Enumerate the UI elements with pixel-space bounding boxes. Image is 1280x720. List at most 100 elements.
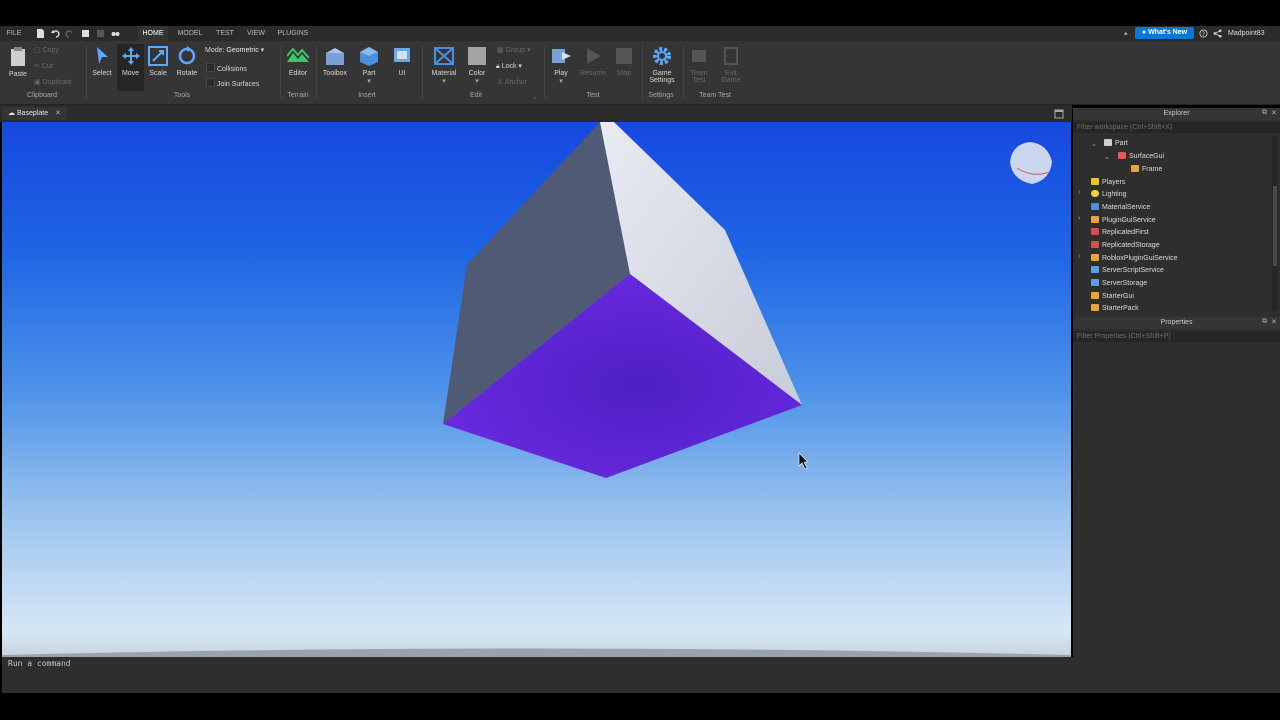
select-label: Select bbox=[92, 70, 112, 77]
players-icon bbox=[1091, 178, 1099, 185]
collisions-label: Collisions bbox=[216, 66, 247, 73]
tree-item-lighting[interactable]: Lighting bbox=[1091, 189, 1127, 201]
explorer-scroll-thumb[interactable] bbox=[1273, 186, 1277, 266]
properties-undock-icon[interactable]: ⧉ bbox=[1262, 318, 1267, 326]
replicated-storage-icon bbox=[1091, 241, 1099, 248]
tree-item-surfacegui[interactable]: SurfaceGui bbox=[1118, 151, 1164, 163]
anchor-button[interactable]: ⚓︎ Anchor bbox=[497, 78, 527, 86]
part-chevron-down-icon: ▾ bbox=[367, 78, 371, 85]
group-button[interactable]: ▦ Group ▾ bbox=[497, 46, 531, 54]
close-icon[interactable]: ✕ bbox=[55, 110, 61, 117]
view-cube[interactable] bbox=[1010, 142, 1052, 184]
divider bbox=[544, 45, 545, 99]
lock-button[interactable]: 🔒︎ Lock ▾ bbox=[496, 62, 522, 71]
explorer-scrollbar[interactable] bbox=[1272, 136, 1278, 311]
properties-filter-input[interactable]: Filter Properties (Ctrl+Shift+P) bbox=[1073, 331, 1280, 342]
tree-item-part[interactable]: Part bbox=[1104, 138, 1128, 150]
material-button[interactable]: Material ▾ bbox=[428, 46, 460, 85]
rotate-button[interactable]: Rotate bbox=[174, 46, 200, 77]
3d-viewport[interactable] bbox=[2, 122, 1071, 657]
chevron-right-icon[interactable]: › bbox=[1078, 253, 1080, 260]
tree-item-label: SurfaceGui bbox=[1129, 153, 1165, 160]
select-button[interactable]: Select bbox=[90, 46, 114, 77]
team-test-button[interactable]: Team Test bbox=[686, 46, 712, 84]
binoculars-icon[interactable] bbox=[111, 29, 120, 38]
redo-icon[interactable] bbox=[65, 29, 74, 38]
tab-model[interactable]: MODEL bbox=[174, 26, 206, 41]
copy-button[interactable]: ▢ Copy bbox=[34, 46, 59, 54]
tree-item-starterpack[interactable]: StarterPack bbox=[1091, 303, 1139, 315]
tab-baseplate-label: Baseplate bbox=[16, 110, 49, 117]
tree-item-label: ServerScriptService bbox=[1102, 267, 1164, 274]
command-bar[interactable]: Run a command bbox=[2, 657, 1280, 693]
undo-icon[interactable] bbox=[51, 29, 60, 38]
play-button[interactable]: Play ▾ bbox=[548, 46, 574, 85]
tab-view[interactable]: VIEW bbox=[242, 26, 270, 41]
part-button[interactable]: Part ▾ bbox=[356, 46, 382, 85]
resume-button[interactable]: Resume bbox=[578, 46, 608, 77]
terrain-editor-button[interactable]: Editor bbox=[284, 46, 312, 77]
divider bbox=[86, 45, 87, 99]
color-button[interactable]: Color ▾ bbox=[464, 46, 490, 85]
username[interactable]: Madpoint83 bbox=[1228, 26, 1265, 41]
tree-item-label: StarterGui bbox=[1102, 293, 1134, 300]
part-cube[interactable] bbox=[443, 122, 802, 478]
server-storage-icon bbox=[1091, 279, 1099, 286]
tree-item-players[interactable]: Players bbox=[1091, 177, 1125, 189]
chevron-down-icon[interactable]: ⌄ bbox=[1091, 140, 1097, 148]
join-surfaces-toggle[interactable]: Join Surfaces bbox=[206, 78, 259, 88]
collisions-toggle[interactable]: Collisions bbox=[206, 63, 247, 73]
duplicate-button[interactable]: ▣ Duplicate bbox=[34, 78, 72, 86]
chevron-right-icon[interactable]: › bbox=[1078, 189, 1080, 196]
join-surfaces-checkbox-icon bbox=[206, 78, 215, 87]
tree-item-replicatedstorage[interactable]: ReplicatedStorage bbox=[1091, 240, 1160, 252]
whats-new-button[interactable]: ● What's New bbox=[1135, 27, 1194, 39]
expand-corner-icon[interactable]: ⌟ bbox=[533, 93, 536, 100]
stop-button[interactable]: Stop bbox=[612, 46, 636, 77]
place-icon: ☁ bbox=[8, 110, 17, 117]
chevron-down-icon[interactable]: ⌄ bbox=[1104, 153, 1110, 161]
scale-button[interactable]: Scale bbox=[146, 46, 170, 77]
tree-item-robloxpluginguiservice[interactable]: RobloxPluginGuiService bbox=[1091, 253, 1177, 265]
tree-item-pluginguiservice[interactable]: PluginGuiService bbox=[1091, 215, 1156, 227]
move-button[interactable]: Move bbox=[117, 44, 144, 91]
explorer-close-icon[interactable]: ✕ bbox=[1271, 109, 1277, 117]
chevron-right-icon[interactable]: › bbox=[1078, 215, 1080, 222]
publish-icon[interactable] bbox=[81, 29, 90, 38]
group-icon: ▦ bbox=[497, 47, 506, 54]
help-icon[interactable]: ? bbox=[1199, 29, 1208, 38]
explorer-undock-icon[interactable]: ⧉ bbox=[1262, 109, 1267, 117]
save-icon[interactable] bbox=[96, 29, 105, 38]
mode-dropdown[interactable]: Mode: Geometric ▾ bbox=[205, 46, 264, 54]
tree-item-materialservice[interactable]: MaterialService bbox=[1091, 202, 1150, 214]
tab-baseplate[interactable]: ☁ Baseplate ✕ bbox=[2, 107, 67, 120]
copy-icon: ▢ bbox=[34, 47, 43, 54]
share-icon[interactable] bbox=[1213, 29, 1222, 38]
tree-item-serverscriptservice[interactable]: ServerScriptService bbox=[1091, 265, 1164, 277]
ui-button[interactable]: UI bbox=[390, 46, 414, 77]
tree-item-frame[interactable]: Frame bbox=[1131, 164, 1162, 176]
rotate-icon bbox=[178, 46, 196, 65]
group-label: Group bbox=[505, 47, 526, 54]
chevron-up-icon[interactable]: ▴ bbox=[1124, 29, 1128, 37]
new-file-icon[interactable] bbox=[36, 29, 45, 38]
file-menu[interactable]: FILE bbox=[2, 26, 26, 41]
toolbox-button[interactable]: Toolbox bbox=[320, 46, 350, 77]
tab-home[interactable]: HOME bbox=[138, 26, 168, 42]
paste-button[interactable]: Paste bbox=[6, 47, 30, 78]
tools-group-label: Tools bbox=[173, 92, 191, 99]
game-settings-button[interactable]: Game Settings bbox=[646, 46, 678, 84]
tab-test[interactable]: TEST bbox=[212, 26, 238, 41]
explorer-filter-input[interactable]: Filter workspace (Ctrl+Shift+X) bbox=[1073, 122, 1280, 133]
command-input[interactable]: Run a command bbox=[8, 659, 71, 668]
tab-plugins[interactable]: PLUGINS bbox=[274, 26, 312, 41]
tree-item-replicatedfirst[interactable]: ReplicatedFirst bbox=[1091, 227, 1149, 239]
exit-game-button[interactable]: Exit Game bbox=[718, 46, 744, 84]
tree-item-startergui[interactable]: StarterGui bbox=[1091, 291, 1134, 303]
tree-item-serverstorage[interactable]: ServerStorage bbox=[1091, 278, 1147, 290]
properties-close-icon[interactable]: ✕ bbox=[1271, 318, 1277, 326]
divider bbox=[683, 45, 684, 99]
cut-button[interactable]: ✂ Cut bbox=[34, 62, 53, 70]
duplicate-icon: ▣ bbox=[34, 79, 43, 86]
maximize-icon[interactable] bbox=[1054, 109, 1064, 119]
